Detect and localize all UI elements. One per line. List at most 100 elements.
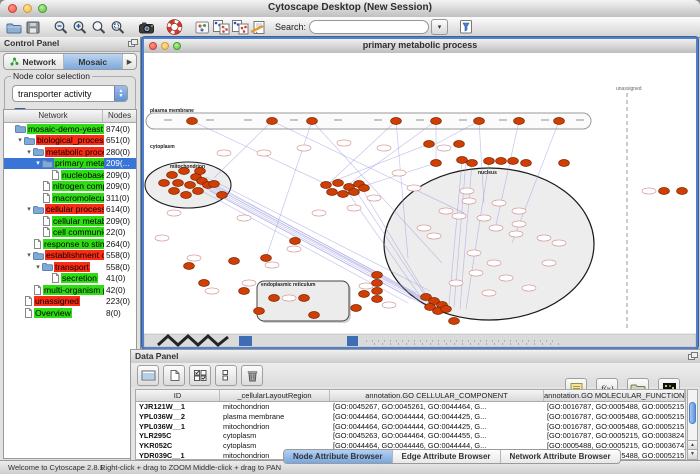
network-node[interactable] [217,192,228,199]
network-node[interactable] [199,280,210,287]
zoom-selected-region-icon[interactable] [90,19,109,36]
horizontal-scrollbar-thumb[interactable] [239,336,252,346]
network-node[interactable] [441,306,452,313]
network-node[interactable] [514,118,525,125]
network-node[interactable] [239,288,250,295]
column-header-molecular-function[interactable]: annotation.GO MOLECULAR_FUNCTION [544,390,685,401]
network-node[interactable] [391,118,402,125]
network-node[interactable] [159,180,170,187]
network-node[interactable] [474,118,485,125]
network-node[interactable] [209,181,220,188]
tree-row[interactable]: secretion41(0) [4,273,136,285]
unselect-all-attributes-icon[interactable] [215,365,237,386]
network-node[interactable] [333,180,344,187]
new-network-from-selection-1-icon[interactable] [212,19,231,36]
network-node[interactable] [457,157,468,164]
network-node[interactable] [351,305,362,312]
network-node[interactable] [193,188,204,195]
network-node[interactable] [290,238,301,245]
network-node[interactable] [372,272,383,279]
network-node[interactable] [454,141,465,148]
network-node[interactable] [359,185,370,192]
search-input[interactable] [309,20,429,34]
table-row[interactable]: YPL036W__2plasma membrane[GO:0044464, GO… [136,412,685,422]
network-node[interactable] [559,160,570,167]
table-row[interactable]: YPL036W__1mitochondrion[GO:0044464, GO:0… [136,422,685,432]
more-tabs-arrow[interactable]: ▶ [123,54,136,69]
network-node[interactable] [659,188,670,195]
network-node[interactable] [508,158,519,165]
network-node[interactable] [484,158,495,165]
horizontal-scrollbar-thumb-2[interactable] [347,336,358,346]
network-node[interactable] [431,118,442,125]
advanced-search-icon[interactable] [457,19,476,36]
network-node[interactable] [187,118,198,125]
create-attribute-icon[interactable] [163,365,185,386]
tree-row[interactable]: ▾metabolic process280(0) [4,146,136,158]
network-node[interactable] [185,182,196,189]
network-node[interactable] [372,296,383,303]
zoom-fit-icon[interactable] [109,19,128,36]
network-node[interactable] [467,160,478,167]
tree-row[interactable]: ▾establishment of lo558(0) [4,250,136,262]
network-node[interactable] [677,188,688,195]
tab-mosaic[interactable]: Mosaic [64,54,124,69]
network-node[interactable] [309,312,320,319]
network-node[interactable] [372,280,383,287]
network-node[interactable] [181,192,192,199]
tab-network-attribute-browser[interactable]: Network Attribute Browser [501,450,620,463]
zoom-out-icon[interactable] [52,19,71,36]
tree-row[interactable]: mosaic-demo-yeast874(0) [4,123,136,135]
tab-edge-attribute-browser[interactable]: Edge Attribute Browser [393,450,501,463]
tree-row[interactable]: cell communicat22(0) [4,227,136,239]
network-canvas-svg[interactable]: plasma membranecytoplasmmitochondrionnuc… [144,53,696,347]
scrollbar-down-arrow[interactable]: ▼ [688,449,697,459]
network-node[interactable] [372,288,383,295]
network-node[interactable] [169,188,180,195]
column-header-id[interactable]: ID [136,390,220,401]
network-node[interactable] [431,160,442,167]
network-node[interactable] [424,141,435,148]
tab-network[interactable]: Network [4,54,64,69]
tree-row[interactable]: nucleobase-209(0) [4,169,136,181]
node-color-dropdown[interactable]: transporter activity ▲▼ [12,85,128,102]
tree-row[interactable]: multi-organism pro42(0) [4,284,136,296]
open-session-icon[interactable] [5,19,24,36]
select-all-attributes-icon[interactable] [189,365,211,386]
search-dropdown-button[interactable]: ▾ [431,19,448,35]
network-node[interactable] [299,295,310,302]
table-scrollbar[interactable]: ▲ ▼ [687,389,698,460]
network-node[interactable] [449,318,460,325]
snapshot-camera-icon[interactable] [137,19,156,36]
network-node[interactable] [261,255,272,262]
network-node[interactable] [307,118,318,125]
scrollbar-thumb[interactable] [689,402,696,424]
network-node[interactable] [267,118,278,125]
network-node[interactable] [254,308,265,315]
column-header-region[interactable]: _cellularLayoutRegion [220,390,330,401]
tree-row[interactable]: nitrogen compo209(0) [4,181,136,193]
tree-row[interactable]: macromolecule311(0) [4,192,136,204]
tree-row[interactable]: ▾biological_process651(0) [4,135,136,147]
delete-attribute-icon[interactable] [241,365,263,386]
network-node[interactable] [184,263,195,270]
graphics-details-icon[interactable] [193,19,212,36]
column-header-cellular-component[interactable]: annotation.GO CELLULAR_COMPONENT [330,390,544,401]
tree-row[interactable]: ▾transport558(0) [4,261,136,273]
network-node[interactable] [554,118,565,125]
table-row[interactable]: YLR295Ccytoplasm[GO:0045263, GO:0044464,… [136,431,685,441]
network-node[interactable] [359,291,370,298]
tree-row[interactable]: ▾primary metabo209(... [4,158,136,170]
zoom-in-icon[interactable] [71,19,90,36]
network-node[interactable] [229,258,240,265]
tree-row[interactable]: Overview8(0) [4,307,136,319]
network-node[interactable] [349,189,360,196]
data-panel-float-icon[interactable] [688,352,697,360]
tree-row[interactable]: ▾cellular process614(0) [4,204,136,216]
tree-row[interactable]: unassigned223(0) [4,296,136,308]
tab-node-attribute-browser[interactable]: Node Attribute Browser [284,450,393,463]
new-network-from-selection-2-icon[interactable] [231,19,250,36]
network-node[interactable] [521,160,532,167]
save-session-icon[interactable] [24,19,43,36]
tree-row[interactable]: response to stimulu264(0) [4,238,136,250]
